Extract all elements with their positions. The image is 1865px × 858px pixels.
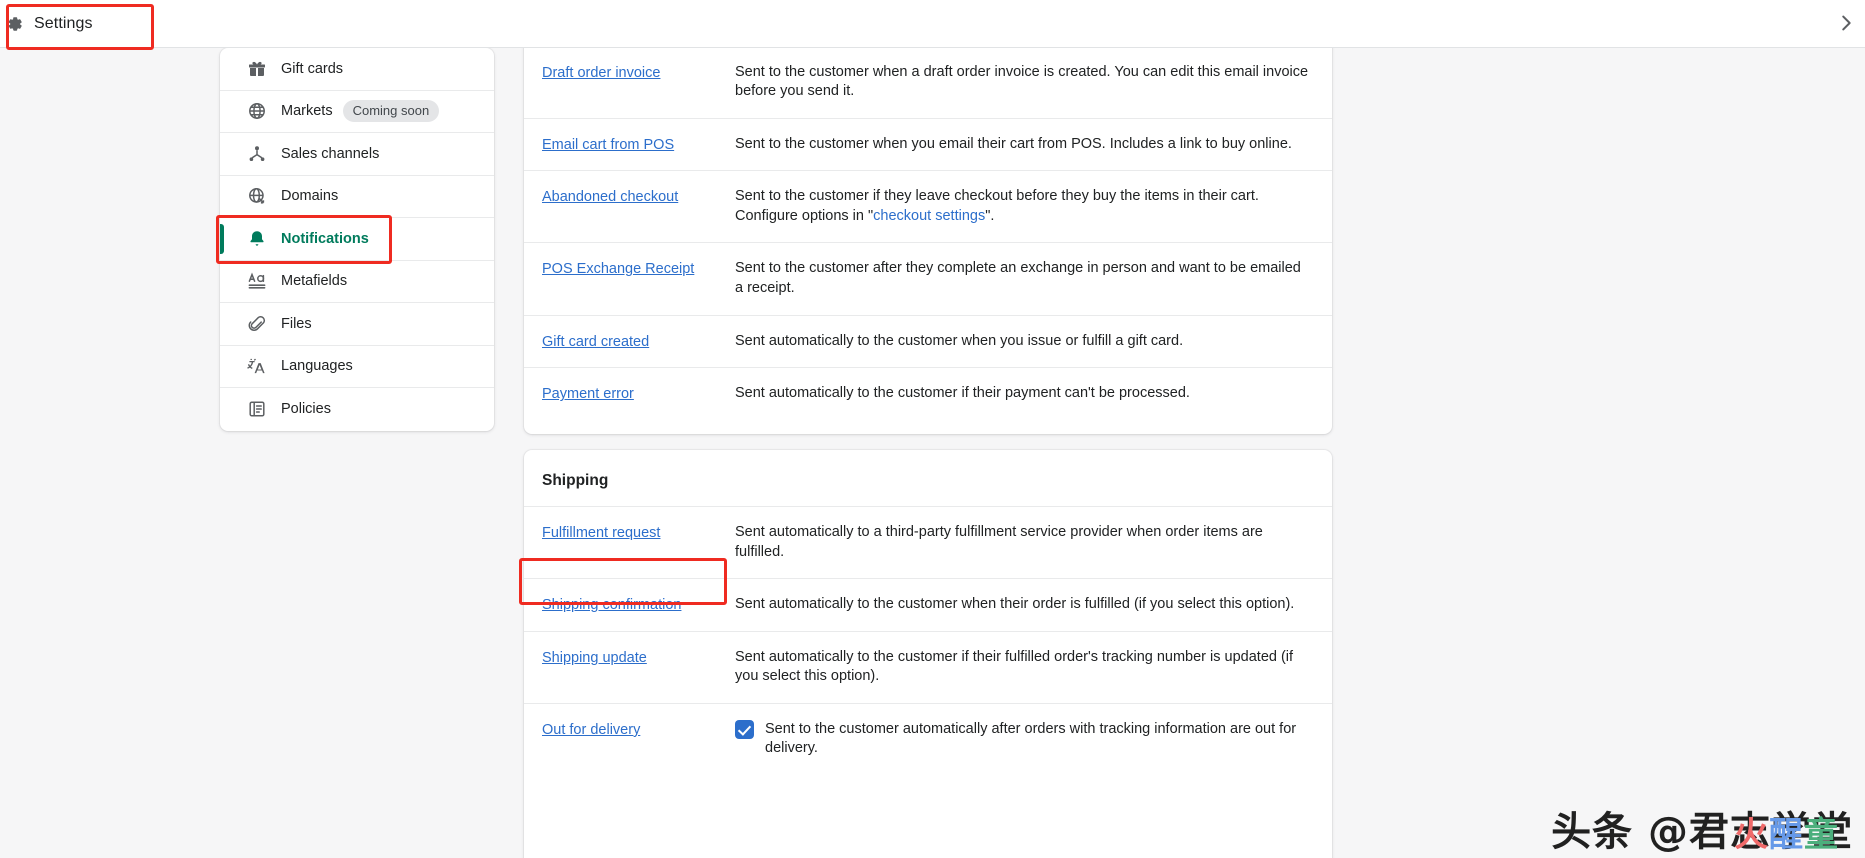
notification-description: Sent automatically to the customer if th…: [735, 384, 1312, 404]
notification-description: Sent automatically to a third-party fulf…: [735, 523, 1312, 562]
notification-link-abandoned-checkout[interactable]: Abandoned checkout: [542, 189, 678, 205]
notification-link-out-for-delivery[interactable]: Out for delivery: [542, 722, 640, 738]
sidebar-item-markets[interactable]: Markets Coming soon: [220, 91, 494, 133]
policies-icon: [246, 399, 267, 420]
sidebar-item-languages[interactable]: Languages: [220, 346, 494, 388]
description-text: Sent to the customer automatically after…: [765, 720, 1297, 757]
watermark-overlay: 火醒童: [1734, 815, 1839, 855]
sidebar-item-notifications[interactable]: Notifications: [220, 218, 494, 261]
notification-link-pos-exchange-receipt[interactable]: POS Exchange Receipt: [542, 261, 694, 277]
sidebar-item-domains[interactable]: Domains: [220, 176, 494, 218]
description-text: Sent to the customer after they complete…: [735, 260, 1301, 296]
table-row: Payment error Sent automatically to the …: [524, 367, 1332, 420]
watermark: 头条 @君志学堂 火醒童: [1551, 812, 1853, 852]
table-row: POS Exchange Receipt Sent to the custome…: [524, 242, 1332, 314]
sidebar-item-policies[interactable]: Policies: [220, 388, 494, 431]
sidebar-item-label: Files: [281, 315, 312, 332]
description-text: Sent to the customer if they leave check…: [735, 187, 1312, 226]
description-text: Sent automatically to a third-party fulf…: [735, 524, 1263, 560]
gear-icon: [4, 14, 24, 34]
sidebar-item-label: Gift cards: [281, 60, 344, 77]
sidebar-item-metafields[interactable]: Metafields: [220, 261, 494, 303]
notification-description: Sent to the customer after they complete…: [735, 259, 1312, 298]
table-row: Fulfillment request Sent automatically t…: [524, 506, 1332, 578]
top-bar: Settings: [0, 0, 1865, 48]
checkout-settings-link[interactable]: checkout settings: [873, 208, 985, 224]
sidebar-item-label: Notifications: [281, 230, 369, 247]
notification-link-draft-order-invoice[interactable]: Draft order invoice: [542, 65, 660, 81]
table-row: Shipping update Sent automatically to th…: [524, 630, 1332, 703]
sidebar-item-label: Sales channels: [281, 145, 380, 162]
notification-link-cell: Shipping confirmation: [542, 595, 735, 614]
bell-icon: [246, 228, 267, 249]
description-text: Sent to the customer when a draft order …: [735, 63, 1309, 100]
table-row: Shipping confirmation Sent automatically…: [524, 578, 1332, 631]
notification-link-cell: Payment error: [542, 384, 735, 403]
notification-link-cell: Gift card created: [542, 332, 735, 351]
notification-link-cell: Out for delivery: [542, 720, 735, 739]
order-notifications-card: Order refund Sent automatically to the c…: [524, 0, 1332, 434]
description-text: Sent automatically to the customer if th…: [735, 385, 1190, 402]
notification-description: Sent automatically to the customer when …: [735, 332, 1312, 352]
description-text-after: ".: [985, 207, 995, 224]
sidebar-item-label: Policies: [281, 401, 331, 418]
notification-link-cell: Shipping update: [542, 648, 735, 667]
content-right-gutter: [1552, 48, 1553, 858]
notification-link-cell: POS Exchange Receipt: [542, 259, 735, 278]
sales-channels-icon: [246, 143, 267, 164]
notification-link-shipping-update[interactable]: Shipping update: [542, 650, 647, 666]
sidebar-item-sales-channels[interactable]: Sales channels: [220, 133, 494, 176]
notification-description: Sent to the customer when you email thei…: [735, 135, 1312, 155]
notification-description: Sent to the customer when a draft order …: [735, 63, 1312, 102]
sidebar-item-files[interactable]: Files: [220, 303, 494, 346]
table-row: Gift card created Sent automatically to …: [524, 314, 1332, 368]
notification-description: Sent automatically to the customer if th…: [735, 648, 1312, 687]
domain-globe-icon: [246, 186, 267, 207]
shipping-notifications-card: Shipping Fulfillment request Sent automa…: [524, 450, 1332, 858]
sidebar-item-label: Domains: [281, 188, 339, 205]
description-text: Sent automatically to the customer if th…: [735, 648, 1294, 685]
watermark-text: 头条 @君志学堂: [1551, 809, 1853, 855]
languages-icon: [246, 356, 267, 377]
paperclip-icon: [246, 313, 267, 334]
notification-link-cell: Abandoned checkout: [542, 187, 735, 206]
notification-link-cell: Draft order invoice: [542, 63, 735, 82]
notification-description: Sent automatically to the customer when …: [735, 595, 1312, 615]
notification-link-fulfillment-request[interactable]: Fulfillment request: [542, 525, 660, 541]
table-row: Email cart from POS Sent to the customer…: [524, 117, 1332, 171]
settings-sidebar: Gift cards Markets Coming soon Sales cha…: [220, 48, 494, 431]
notification-link-shipping-confirmation[interactable]: Shipping confirmation: [542, 597, 681, 613]
page-title: Settings: [34, 15, 93, 32]
chevron-right-icon[interactable]: [1835, 12, 1857, 34]
app-root: Settings Gift cards Markets Coming soon …: [0, 0, 1865, 858]
status-badge: Coming soon: [342, 100, 440, 123]
description-text: Sent to the customer when you email thei…: [735, 135, 1292, 152]
out-for-delivery-checkbox[interactable]: [735, 719, 754, 739]
notification-link-gift-card-created[interactable]: Gift card created: [542, 334, 649, 350]
gift-icon: [246, 58, 267, 79]
sidebar-item-label: Metafields: [281, 273, 348, 290]
globe-icon: [246, 101, 267, 122]
notification-link-cell: Email cart from POS: [542, 135, 735, 154]
notification-description: Sent to the customer if they leave check…: [735, 187, 1312, 226]
sidebar-item-label: Languages: [281, 358, 353, 375]
table-row: Out for delivery Sent to the customer au…: [524, 702, 1332, 775]
table-row: Draft order invoice Sent to the customer…: [524, 45, 1332, 118]
table-row: Abandoned checkout Sent to the customer …: [524, 170, 1332, 242]
metafields-icon: [246, 271, 267, 292]
section-title-shipping: Shipping: [542, 472, 609, 489]
notification-link-payment-error[interactable]: Payment error: [542, 386, 634, 402]
description-text: Sent automatically to the customer when …: [735, 596, 1295, 613]
notification-link-email-cart-from-pos[interactable]: Email cart from POS: [542, 137, 674, 153]
notification-link-cell: Fulfillment request: [542, 523, 735, 542]
sidebar-item-gift-cards[interactable]: Gift cards: [220, 48, 494, 91]
description-text-before: Sent to the customer if they leave check…: [735, 188, 1259, 224]
sidebar-item-label: Markets: [281, 103, 333, 120]
description-text: Sent automatically to the customer when …: [735, 332, 1184, 349]
notification-description: Sent to the customer automatically after…: [735, 719, 1312, 759]
